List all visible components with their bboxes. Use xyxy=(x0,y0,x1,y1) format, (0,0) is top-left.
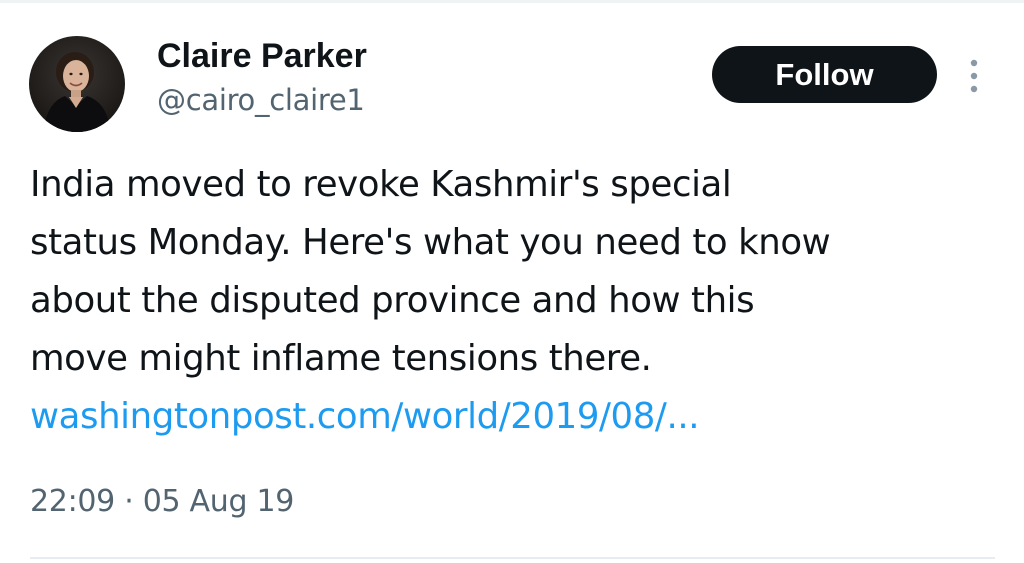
tweet-timestamp[interactable]: 22:09 · 05 Aug 19 xyxy=(30,482,294,522)
tweet-detail: Claire Parker @cairo_claire1 Follow Indi… xyxy=(0,0,1024,563)
tweet-date: 05 Aug 19 xyxy=(142,484,295,519)
author-handle[interactable]: @cairo_claire1 xyxy=(157,82,365,118)
top-divider xyxy=(0,0,1024,3)
author-display-name[interactable]: Claire Parker xyxy=(157,36,367,76)
article-link[interactable]: washingtonpost.com/world/2019/08/... xyxy=(30,388,700,446)
tweet-text-line: India moved to revoke Kashmir's special xyxy=(30,164,732,205)
bottom-divider xyxy=(30,557,995,559)
tweet-text-line: move might inflame tensions there. xyxy=(30,338,652,379)
follow-button[interactable]: Follow xyxy=(712,46,937,103)
tweet-text-line: about the disputed province and how this xyxy=(30,280,755,321)
tweet-time: 22:09 xyxy=(30,484,115,519)
tweet-text-line: status Monday. Here's what you need to k… xyxy=(30,222,831,263)
more-options-button[interactable] xyxy=(958,54,990,98)
tweet-text: India moved to revoke Kashmir's special … xyxy=(30,156,1005,388)
avatar[interactable] xyxy=(29,36,125,132)
timestamp-separator: · xyxy=(124,484,134,519)
profile-photo-icon xyxy=(29,36,125,132)
more-vertical-icon xyxy=(970,59,978,93)
